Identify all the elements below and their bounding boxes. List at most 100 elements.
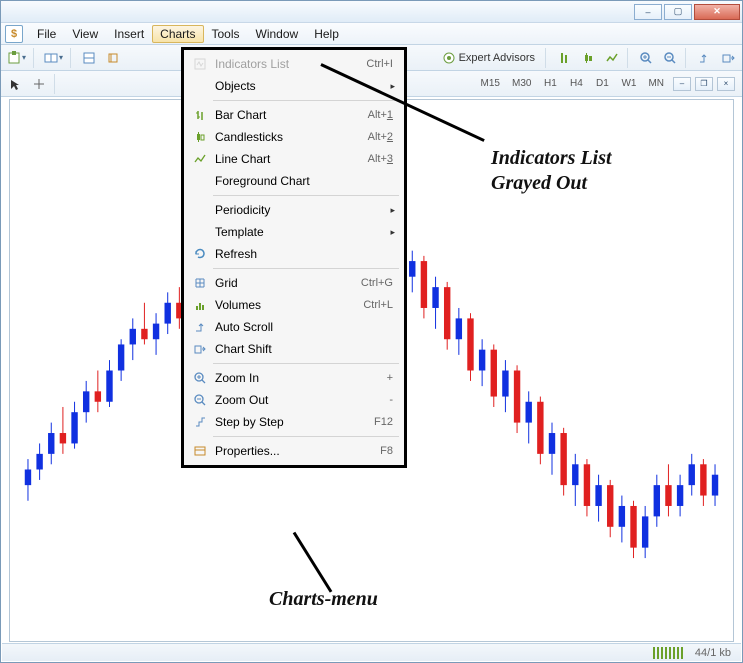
properties-label: Properties... [211, 444, 380, 458]
menu-auto-scroll[interactable]: Auto Scroll [187, 316, 401, 338]
zoom-in-shortcut: + [387, 372, 399, 384]
annotation-charts-menu: Charts-menu [269, 587, 378, 612]
zoom-out-shortcut: - [389, 394, 399, 406]
bars-button[interactable] [553, 47, 575, 69]
mdi-minimize-button[interactable]: – [673, 77, 691, 91]
timeframe-m30[interactable]: M30 [507, 73, 536, 95]
timeframe-w1[interactable]: W1 [616, 73, 641, 95]
step-icon [189, 415, 211, 429]
window-close-button[interactable]: ✕ [694, 4, 740, 20]
candlesticks-icon [189, 130, 211, 144]
template-label: Template [211, 225, 390, 239]
market-watch-button[interactable] [78, 47, 100, 69]
volumes-shortcut: Ctrl+L [363, 299, 399, 311]
menu-volumes[interactable]: Volumes Ctrl+L [187, 294, 401, 316]
menu-refresh[interactable]: Refresh [187, 243, 401, 265]
app-icon: $ [5, 25, 23, 43]
bar-chart-icon [189, 108, 211, 122]
menu-chart-shift[interactable]: Chart Shift [187, 338, 401, 360]
statusbar: 44/1 kb [2, 643, 741, 661]
line-chart-icon [189, 152, 211, 166]
zoom-out-icon [189, 393, 211, 407]
candles-button[interactable] [577, 47, 599, 69]
zoom-out-icon[interactable] [659, 47, 681, 69]
autoscroll-label: Auto Scroll [211, 320, 399, 334]
indicators-list-shortcut: Ctrl+I [366, 58, 399, 70]
submenu-arrow-icon: ▸ [390, 81, 399, 92]
menu-file[interactable]: File [29, 25, 64, 43]
line-button[interactable] [601, 47, 623, 69]
menubar: $ File View Insert Charts Tools Window H… [1, 23, 742, 45]
indicators-icon [189, 57, 211, 71]
properties-icon [189, 444, 211, 458]
step-label: Step by Step [211, 415, 374, 429]
menu-properties[interactable]: Properties... F8 [187, 440, 401, 462]
grid-shortcut: Ctrl+G [361, 277, 399, 289]
timeframe-d1[interactable]: D1 [590, 73, 614, 95]
refresh-icon [189, 247, 211, 261]
chartshift-label: Chart Shift [211, 342, 399, 356]
bar-chart-label: Bar Chart [211, 108, 368, 122]
refresh-label: Refresh [211, 247, 399, 261]
menu-tools[interactable]: Tools [204, 25, 248, 43]
menu-foreground-chart[interactable]: Foreground Chart [187, 170, 401, 192]
chart-shift-icon[interactable] [717, 47, 739, 69]
submenu-arrow-icon: ▸ [390, 205, 399, 216]
expert-advisors-label: Expert Advisors [459, 52, 535, 64]
window-minimize-button[interactable]: – [634, 4, 662, 20]
menu-charts[interactable]: Charts [152, 25, 203, 43]
charts-dropdown: Indicators List Ctrl+I Objects ▸ Bar Cha… [181, 47, 407, 468]
menu-zoom-out[interactable]: Zoom Out - [187, 389, 401, 411]
menu-line-chart[interactable]: Line Chart Alt+3 [187, 148, 401, 170]
menu-view[interactable]: View [64, 25, 106, 43]
line-chart-label: Line Chart [211, 152, 368, 166]
periodicity-label: Periodicity [211, 203, 390, 217]
zoom-in-icon [189, 371, 211, 385]
volumes-label: Volumes [211, 298, 363, 312]
submenu-arrow-icon: ▸ [390, 227, 399, 238]
mdi-restore-button[interactable]: ❐ [695, 77, 713, 91]
menu-insert[interactable]: Insert [106, 25, 152, 43]
zoom-out-label: Zoom Out [211, 393, 389, 407]
foreground-label: Foreground Chart [211, 174, 399, 188]
timeframe-h1[interactable]: H1 [538, 73, 562, 95]
crosshair-icon[interactable] [28, 73, 50, 95]
grid-icon [189, 276, 211, 290]
menu-zoom-in[interactable]: Zoom In + [187, 367, 401, 389]
indicators-list-label: Indicators List [211, 57, 366, 71]
candlesticks-label: Candlesticks [211, 130, 368, 144]
timeframe-mn[interactable]: MN [643, 73, 669, 95]
timeframe-m15[interactable]: M15 [476, 73, 505, 95]
menu-periodicity[interactable]: Periodicity ▸ [187, 199, 401, 221]
connection-signal-icon [653, 647, 685, 659]
window-maximize-button[interactable]: ▢ [664, 4, 692, 20]
menu-window[interactable]: Window [248, 25, 307, 43]
zoom-in-icon[interactable] [635, 47, 657, 69]
grid-label: Grid [211, 276, 361, 290]
menu-template[interactable]: Template ▸ [187, 221, 401, 243]
autoscroll-icon[interactable] [693, 47, 715, 69]
expert-icon [442, 51, 456, 65]
new-chart-button[interactable]: ▾ [4, 47, 29, 69]
navigator-button[interactable] [102, 47, 124, 69]
mdi-controls: – ❐ × [671, 77, 735, 91]
window-titlebar: – ▢ ✕ [1, 1, 742, 23]
menu-help[interactable]: Help [306, 25, 347, 43]
expert-advisors-button[interactable]: Expert Advisors [436, 47, 541, 69]
profiles-button[interactable]: ▾ [41, 47, 66, 69]
menu-candlesticks[interactable]: Candlesticks Alt+2 [187, 126, 401, 148]
mdi-close-button[interactable]: × [717, 77, 735, 91]
menu-indicators-list: Indicators List Ctrl+I [187, 53, 401, 75]
timeframe-h4[interactable]: H4 [564, 73, 588, 95]
annotation-indicators-grayed: Indicators List Grayed Out [491, 146, 612, 196]
menu-step-by-step[interactable]: Step by Step F12 [187, 411, 401, 433]
volumes-icon [189, 298, 211, 312]
menu-bar-chart[interactable]: Bar Chart Alt+1 [187, 104, 401, 126]
cursor-icon[interactable] [4, 73, 26, 95]
chartshift-icon [189, 342, 211, 356]
zoom-in-label: Zoom In [211, 371, 387, 385]
connection-speed: 44/1 kb [695, 647, 731, 659]
autoscroll-icon [189, 320, 211, 334]
properties-shortcut: F8 [380, 445, 399, 457]
menu-grid[interactable]: Grid Ctrl+G [187, 272, 401, 294]
